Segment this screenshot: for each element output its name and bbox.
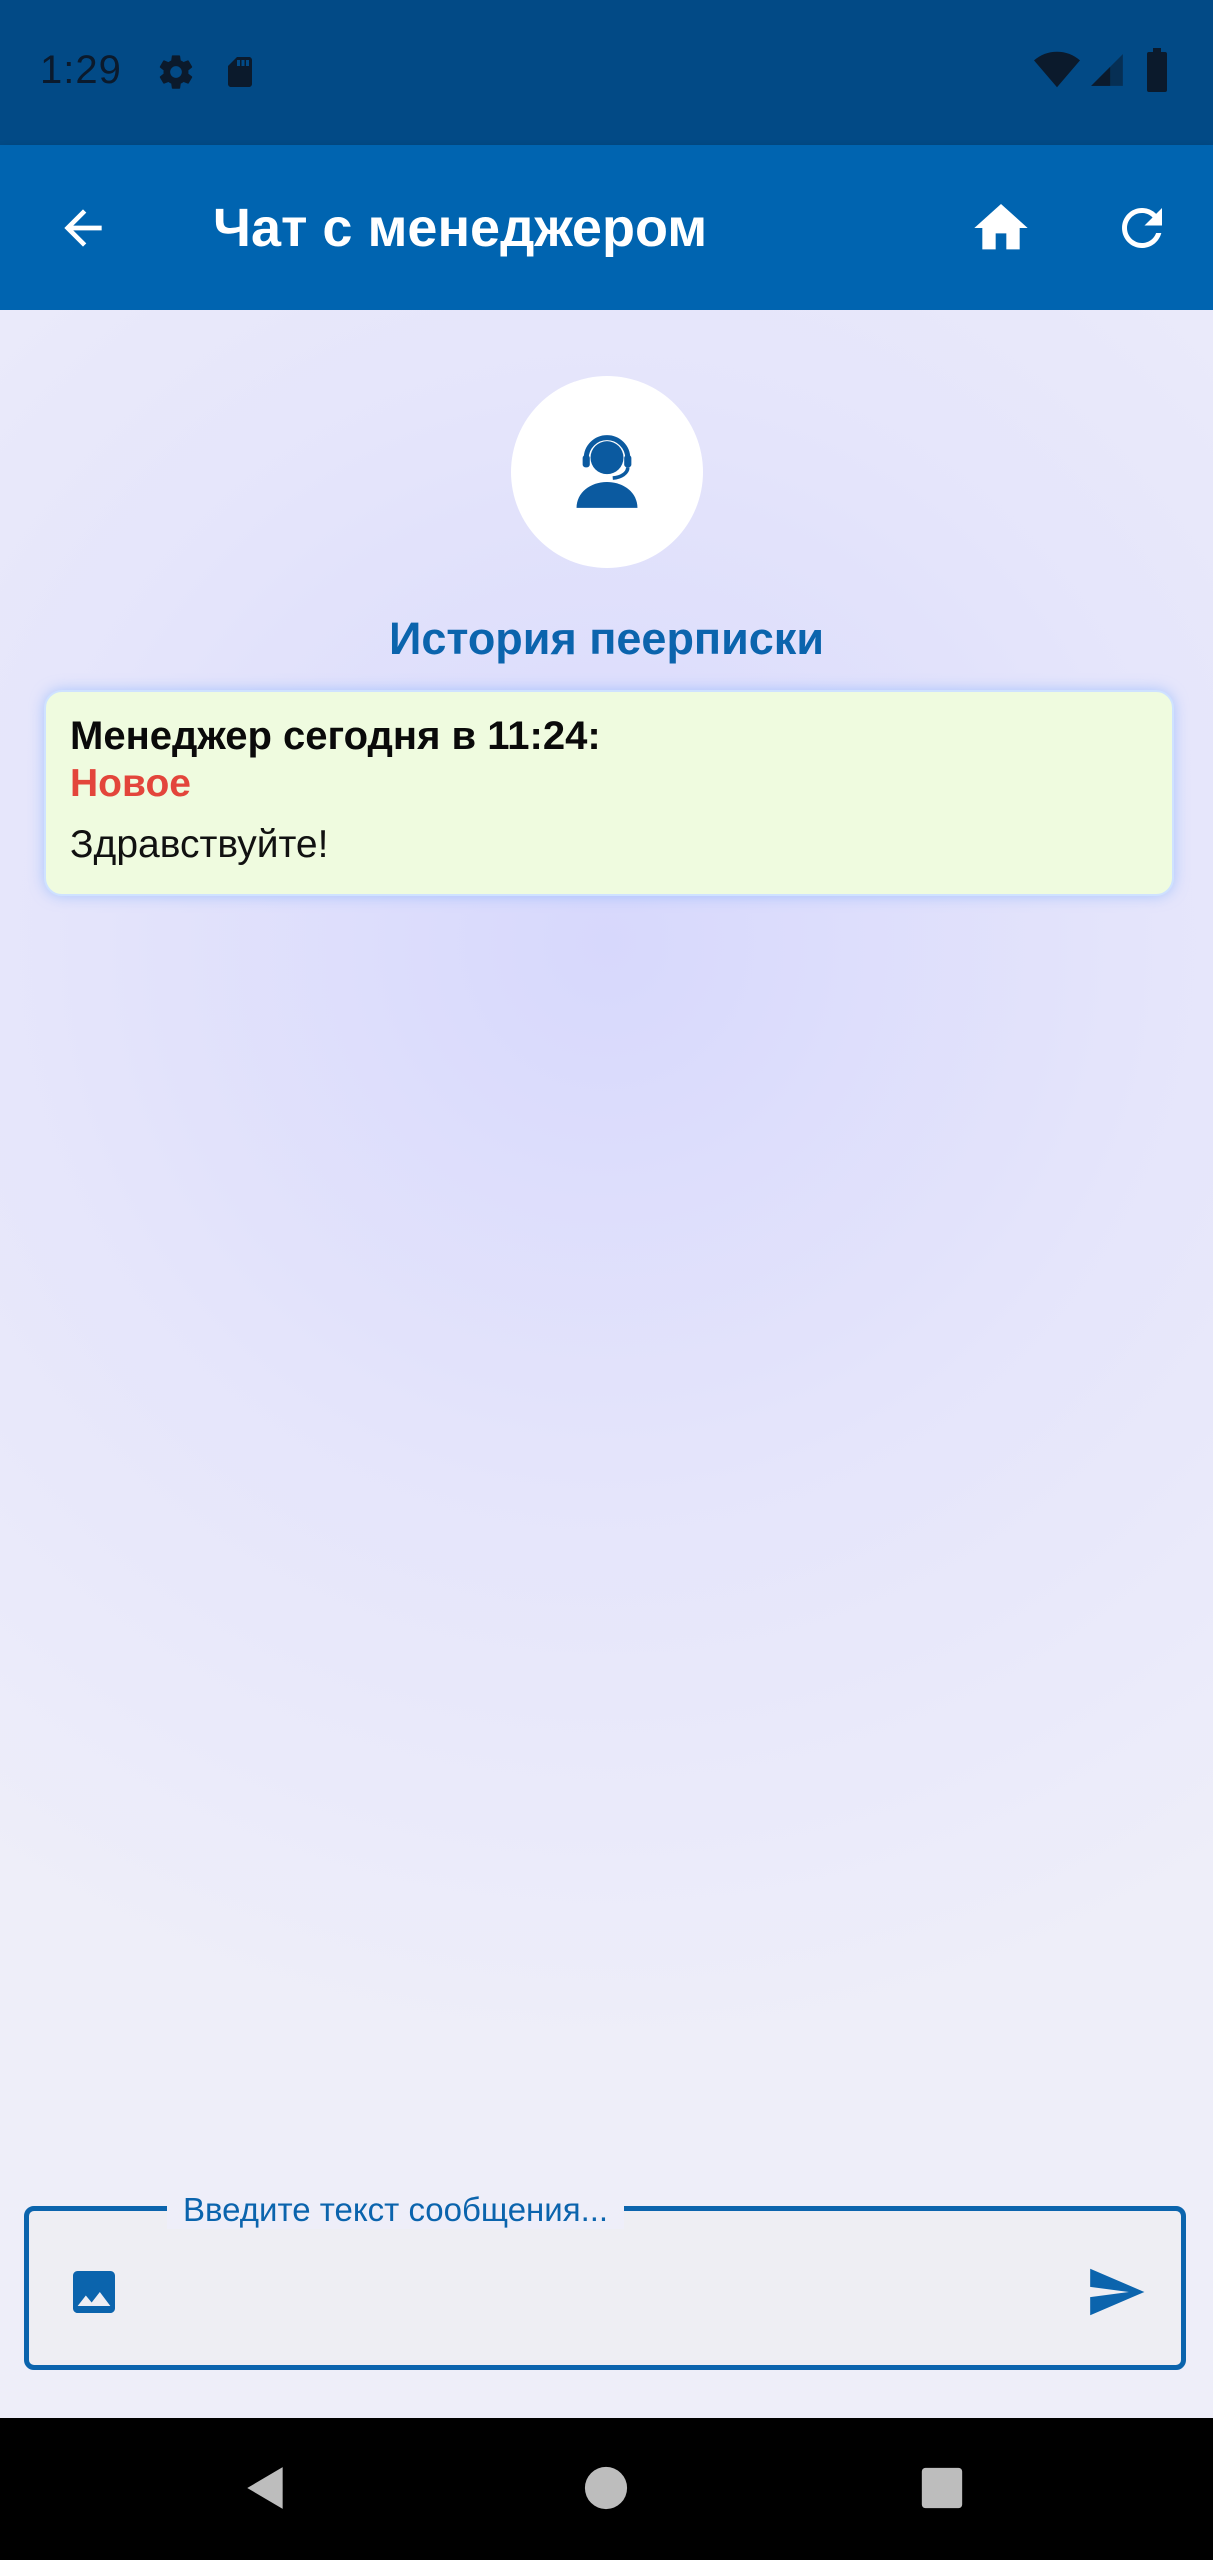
home-button[interactable] [966, 193, 1036, 263]
message-text: Здравствуйте! [70, 823, 329, 866]
battery-icon [1144, 48, 1170, 97]
home-icon [974, 204, 1028, 250]
nav-home-button[interactable] [576, 2458, 636, 2518]
status-bar: 1:29 [0, 0, 1213, 145]
attach-image-button[interactable] [63, 2261, 125, 2323]
status-time: 1:29 [40, 48, 122, 92]
message-composer: Введите текст сообщения... [24, 2191, 1186, 2370]
square-recents-icon [921, 2467, 963, 2509]
message-card: Менеджер сегодня в 11:24: Новое Здравств… [44, 690, 1174, 896]
nav-back-button[interactable] [236, 2458, 296, 2518]
page-title: Чат с менеджером [213, 198, 708, 258]
send-button[interactable] [1081, 2259, 1151, 2325]
wifi-icon [1034, 50, 1080, 95]
back-arrow-icon [64, 209, 102, 247]
nav-recents-button[interactable] [912, 2458, 972, 2518]
message-input-label: Введите текст сообщения... [167, 2191, 625, 2229]
circle-home-icon [584, 2466, 628, 2510]
manager-avatar [511, 376, 703, 568]
refresh-button[interactable] [1107, 193, 1177, 263]
send-icon [1090, 2268, 1145, 2316]
system-nav-bar [0, 2418, 1213, 2560]
message-author: Менеджер сегодня в 11:24: [70, 714, 601, 758]
new-badge: Новое [70, 762, 191, 805]
settings-icon [156, 52, 196, 97]
sd-card-icon [222, 52, 258, 97]
refresh-icon [1122, 208, 1162, 248]
triangle-back-icon [247, 2467, 283, 2509]
message-input[interactable] [159, 2251, 1063, 2333]
history-title: История пеерписки [389, 613, 824, 664]
support-agent-icon [576, 435, 638, 508]
signal-icon [1088, 50, 1126, 95]
image-icon [73, 2271, 115, 2313]
app-bar: Чат с менеджером [0, 145, 1213, 310]
chat-content: История пеерписки Менеджер сегодня в 11:… [0, 310, 1213, 2418]
back-button[interactable] [48, 193, 118, 263]
